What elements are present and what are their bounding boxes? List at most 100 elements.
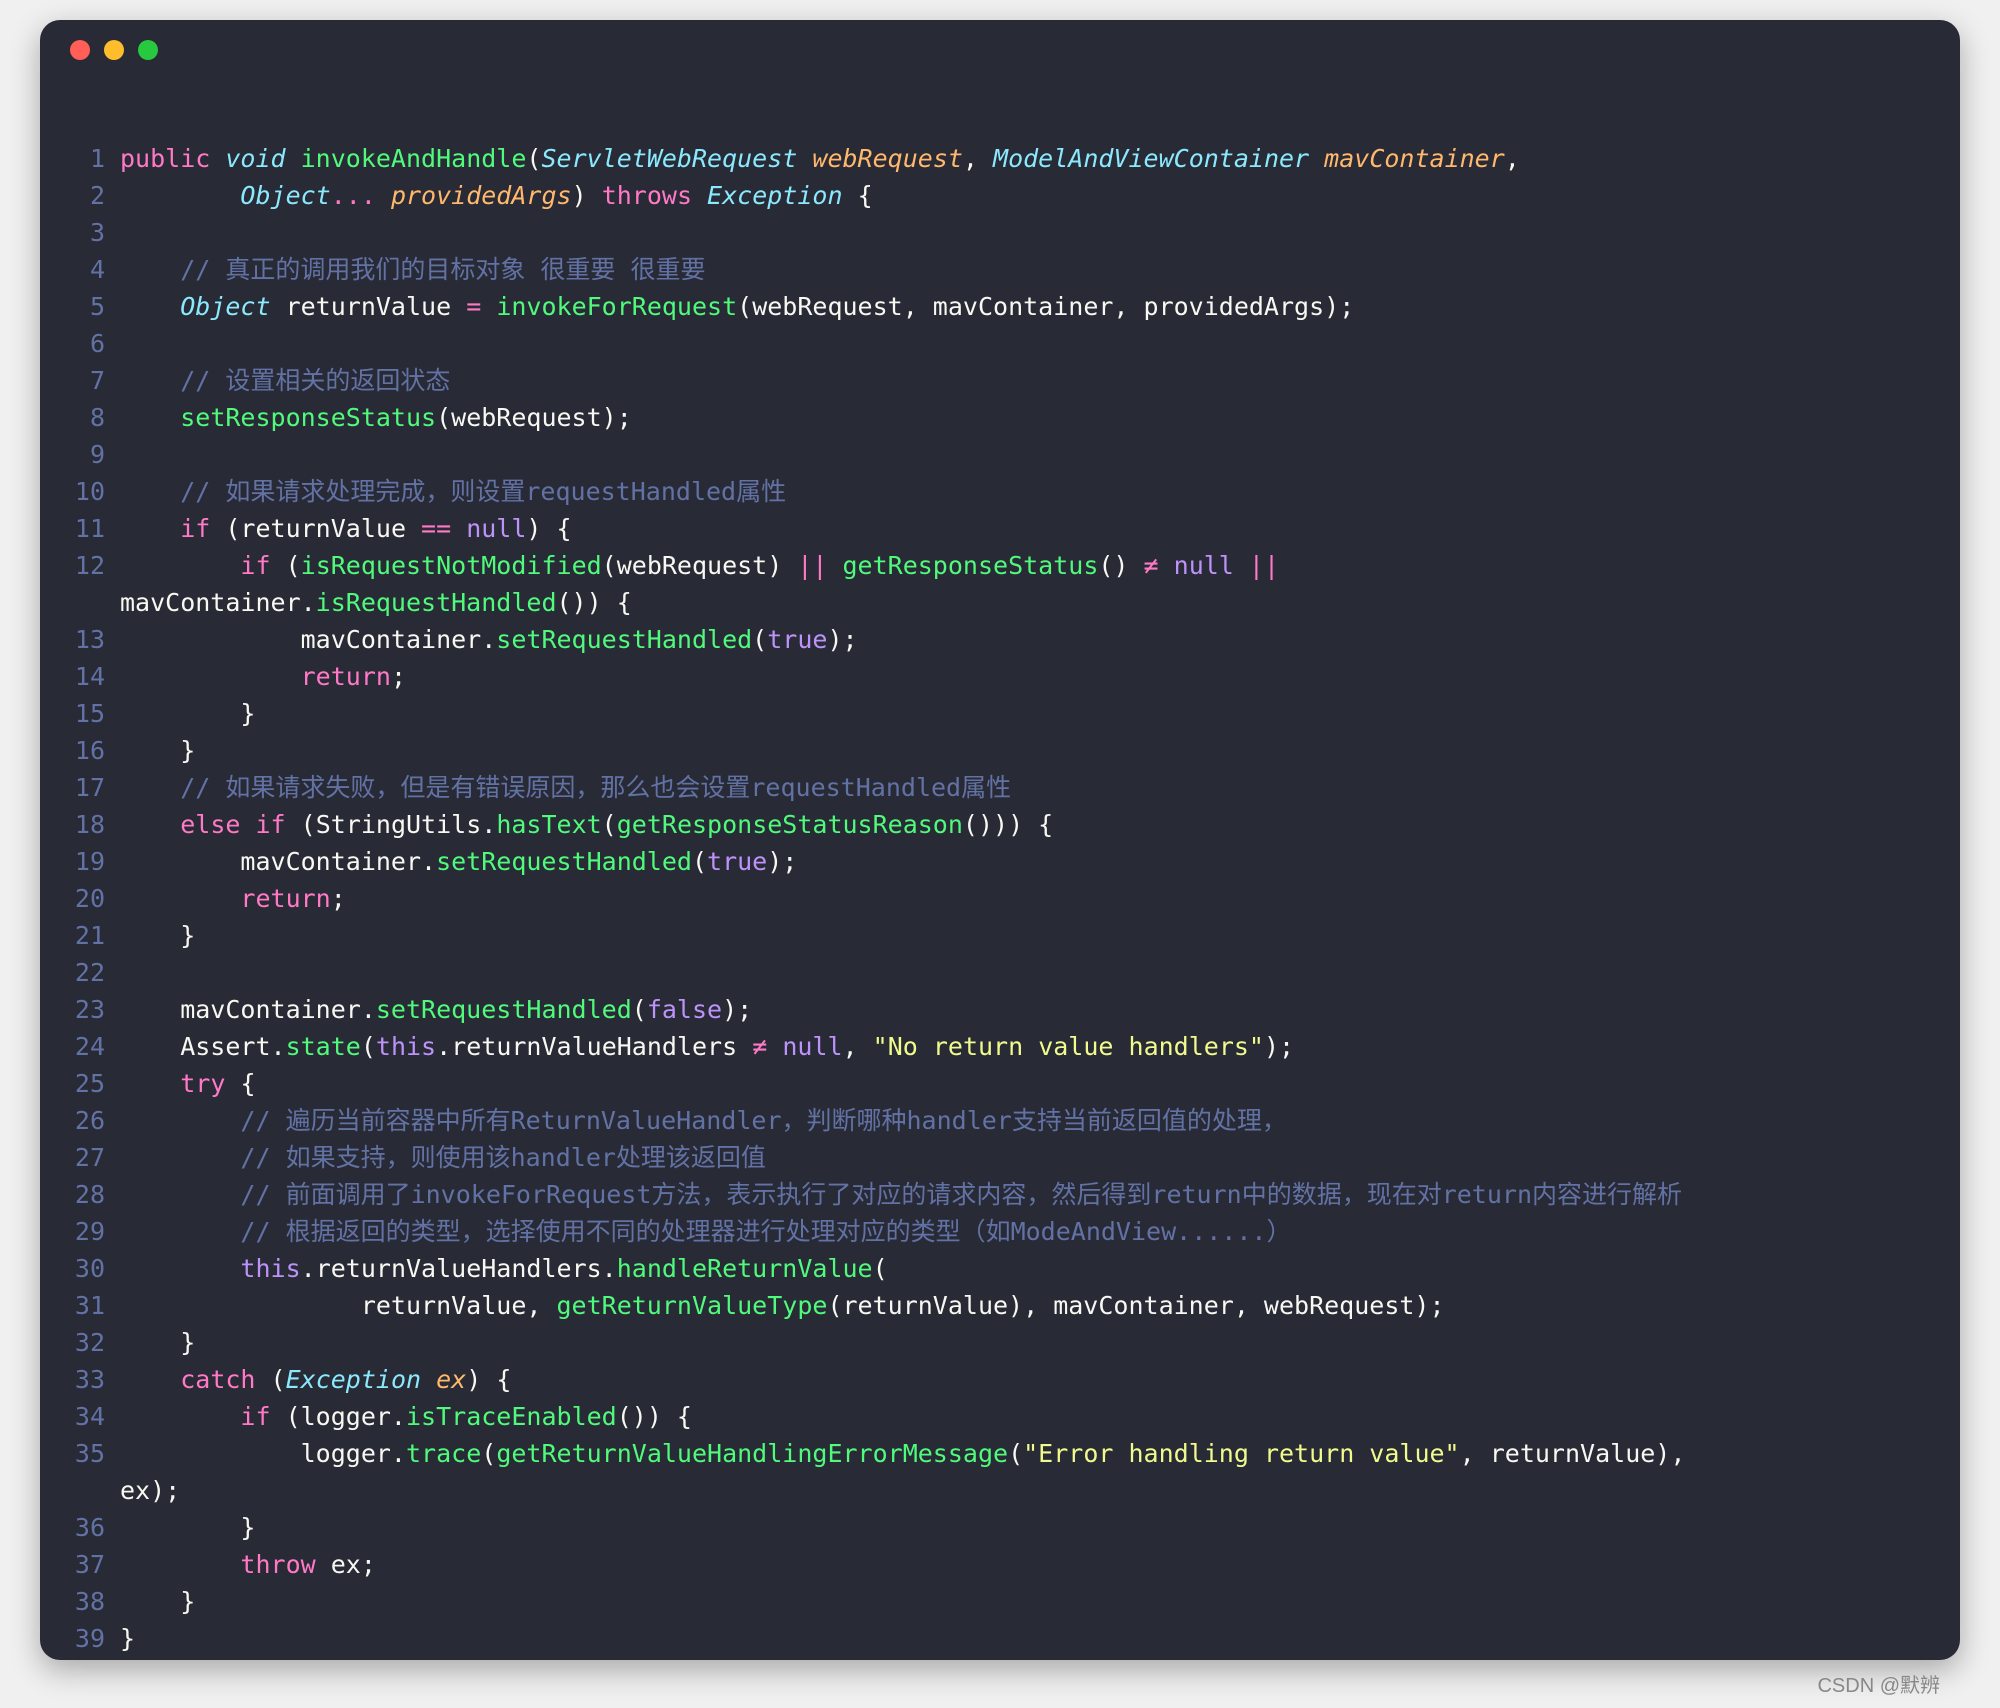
code-line[interactable] (120, 325, 1700, 362)
minimize-icon[interactable] (104, 40, 124, 60)
code-line[interactable]: mavContainer.setRequestHandled(false); (120, 991, 1700, 1028)
code-token: ); (767, 847, 797, 876)
code-line[interactable]: return; (120, 658, 1700, 695)
code-token (120, 181, 240, 210)
code-token (120, 810, 180, 839)
code-line[interactable]: // 如果请求处理完成，则设置requestHandled属性 (120, 473, 1700, 510)
code-line[interactable]: public void invokeAndHandle(ServletWebRe… (120, 140, 1700, 177)
code-line[interactable]: // 如果支持，则使用该handler处理该返回值 (120, 1139, 1700, 1176)
code-token: isRequestHandled (316, 588, 557, 617)
code-area[interactable]: public void invokeAndHandle(ServletWebRe… (105, 140, 1700, 1657)
code-line[interactable]: // 前面调用了invokeForRequest方法，表示执行了对应的请求内容，… (120, 1176, 1700, 1213)
code-token: setRequestHandled (496, 625, 752, 654)
line-number: 3 (60, 214, 105, 251)
code-token: (webRequest) (602, 551, 798, 580)
code-token: (webRequest); (436, 403, 632, 432)
code-line[interactable]: } (120, 695, 1700, 732)
code-line[interactable]: } (120, 732, 1700, 769)
code-token: = (466, 292, 496, 321)
code-token: ) { (466, 1365, 511, 1394)
code-token: { (858, 181, 873, 210)
code-line[interactable]: // 如果请求失败，但是有错误原因，那么也会设置requestHandled属性 (120, 769, 1700, 806)
code-token: ( (481, 1439, 496, 1468)
code-line[interactable]: throw ex; (120, 1546, 1700, 1583)
line-number-gutter: 1234567891011121314151617181920212223242… (60, 140, 105, 1657)
code-token: throw (240, 1550, 330, 1579)
code-token: setRequestHandled (436, 847, 692, 876)
code-line[interactable]: try { (120, 1065, 1700, 1102)
code-token: isTraceEnabled (406, 1402, 617, 1431)
code-token: ); (722, 995, 752, 1024)
code-line[interactable]: } (120, 1324, 1700, 1361)
line-number: 35 (60, 1435, 105, 1472)
code-line[interactable] (120, 214, 1700, 251)
code-line[interactable]: return; (120, 880, 1700, 917)
code-token: ( (692, 847, 707, 876)
code-token: logger. (120, 1439, 406, 1468)
code-token: setRequestHandled (376, 995, 632, 1024)
code-line[interactable]: // 真正的调用我们的目标对象 很重要 很重要 (120, 251, 1700, 288)
code-token: // 前面调用了invokeForRequest方法，表示执行了对应的请求内容，… (240, 1180, 1682, 1209)
code-line[interactable]: if (returnValue == null) { (120, 510, 1700, 547)
line-number: 33 (60, 1361, 105, 1398)
code-line[interactable]: } (120, 1620, 1700, 1657)
code-token: else if (180, 810, 300, 839)
code-line[interactable]: Object returnValue = invokeForRequest(we… (120, 288, 1700, 325)
code-token: ServletWebRequest (541, 144, 812, 173)
code-token: ( (361, 1032, 376, 1061)
code-line[interactable]: mavContainer.setRequestHandled(true); (120, 843, 1700, 880)
code-line[interactable]: returnValue, getReturnValueType(returnVa… (120, 1287, 1700, 1324)
line-number: 29 (60, 1213, 105, 1250)
code-token: (returnValue), mavContainer, webRequest)… (827, 1291, 1444, 1320)
code-line[interactable]: Assert.state(this.returnValueHandlers ≠ … (120, 1028, 1700, 1065)
code-line[interactable]: // 根据返回的类型，选择使用不同的处理器进行处理对应的类型（如ModeAndV… (120, 1213, 1700, 1250)
code-line[interactable] (120, 954, 1700, 991)
line-number: 9 (60, 436, 105, 473)
code-token: void (225, 144, 300, 173)
code-line[interactable] (120, 436, 1700, 473)
code-token: setResponseStatus (180, 403, 436, 432)
code-line[interactable]: // 遍历当前容器中所有ReturnValueHandler，判断哪种handl… (120, 1102, 1700, 1139)
code-token (120, 884, 240, 913)
code-line[interactable]: setResponseStatus(webRequest); (120, 399, 1700, 436)
code-token: ≠ (1144, 551, 1174, 580)
code-line[interactable]: if (isRequestNotModified(webRequest) || … (120, 547, 1700, 584)
code-token: (StringUtils. (301, 810, 497, 839)
code-token: catch (180, 1365, 270, 1394)
code-token: ; (331, 884, 346, 913)
line-number: 36 (60, 1509, 105, 1546)
code-line[interactable]: if (logger.isTraceEnabled()) { (120, 1398, 1700, 1435)
code-line[interactable]: } (120, 1583, 1700, 1620)
code-token: try (180, 1069, 240, 1098)
code-token: } (120, 1328, 195, 1357)
code-token: if (240, 551, 285, 580)
zoom-icon[interactable] (138, 40, 158, 60)
code-token: mavContainer. (120, 588, 316, 617)
code-line[interactable]: mavContainer.setRequestHandled(true); (120, 621, 1700, 658)
code-line[interactable]: catch (Exception ex) { (120, 1361, 1700, 1398)
code-line[interactable]: this.returnValueHandlers.handleReturnVal… (120, 1250, 1700, 1287)
close-icon[interactable] (70, 40, 90, 60)
code-token (120, 1365, 180, 1394)
code-line[interactable]: mavContainer.isRequestHandled()) { (120, 584, 1700, 621)
code-token: Object (180, 292, 285, 321)
code-line[interactable]: ex); (120, 1472, 1700, 1509)
code-token: ) (572, 181, 602, 210)
code-token: // 如果支持，则使用该handler处理该返回值 (240, 1143, 766, 1172)
code-token: (returnValue (225, 514, 421, 543)
code-line[interactable]: } (120, 1509, 1700, 1546)
code-token: } (120, 921, 195, 950)
code-token (120, 403, 180, 432)
code-token: } (120, 736, 195, 765)
code-line[interactable]: Object... providedArgs) throws Exception… (120, 177, 1700, 214)
line-number: 19 (60, 843, 105, 880)
line-number: 30 (60, 1250, 105, 1287)
line-number: 31 (60, 1287, 105, 1324)
code-line[interactable]: else if (StringUtils.hasText(getResponse… (120, 806, 1700, 843)
code-token: providedArgs (391, 181, 572, 210)
code-line[interactable]: logger.trace(getReturnValueHandlingError… (120, 1435, 1700, 1472)
code-line[interactable]: } (120, 917, 1700, 954)
code-token: // 真正的调用我们的目标对象 很重要 很重要 (180, 255, 705, 284)
code-token: } (120, 1624, 135, 1653)
code-line[interactable]: // 设置相关的返回状态 (120, 362, 1700, 399)
